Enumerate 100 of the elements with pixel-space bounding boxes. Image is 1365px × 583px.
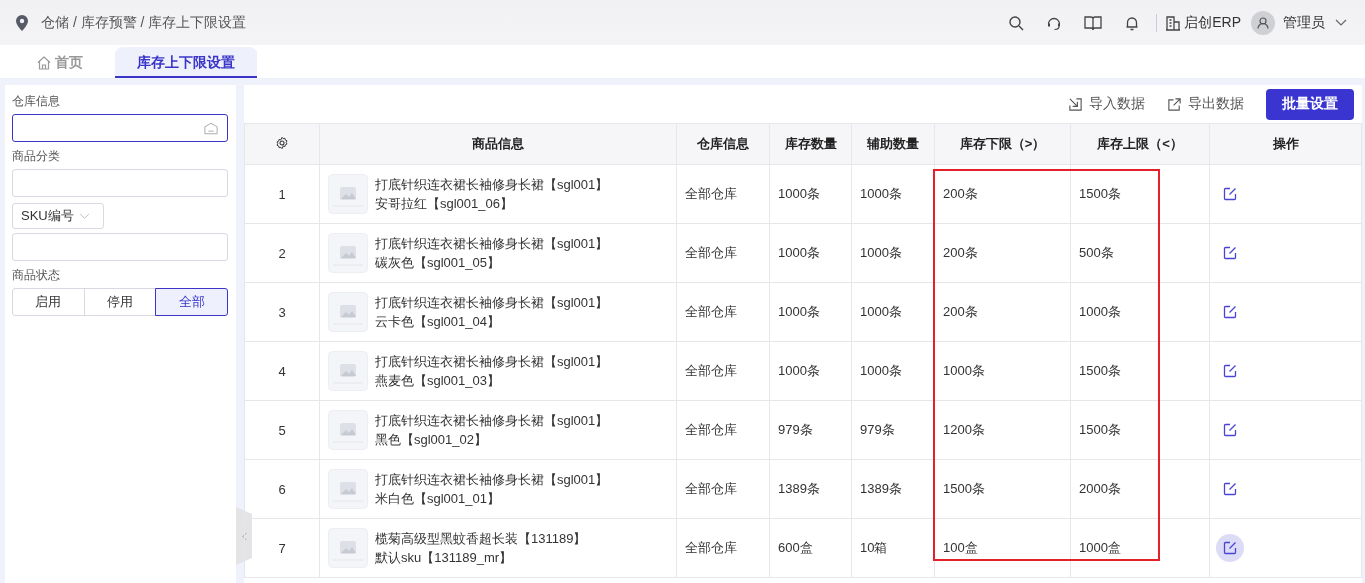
table-cell: 1500条 <box>934 459 1071 519</box>
import-icon <box>1068 96 1083 112</box>
table-cell: 1000盒 <box>1070 518 1210 578</box>
table-cell: 全部仓库 <box>676 164 770 224</box>
product-name: 打底针织连衣裙长袖修身长裙【sgl001】 <box>375 471 609 489</box>
table-cell: 1389条 <box>769 459 852 519</box>
chevron-left-icon <box>241 531 247 541</box>
table-cell: 200条 <box>934 223 1071 283</box>
warehouse-icon <box>204 121 218 135</box>
image-placeholder-icon <box>328 469 368 509</box>
row-number: 6 <box>244 459 320 519</box>
chevron-down-icon <box>78 212 90 220</box>
avatar-icon[interactable] <box>1251 10 1275 35</box>
table-cell: 1000条 <box>1070 282 1210 342</box>
company-name: 启创ERP <box>1184 13 1241 32</box>
status-option[interactable]: 全部 <box>155 288 228 316</box>
table-cell: 600盒 <box>769 518 852 578</box>
column-header: 库存上限（<） <box>1070 123 1210 165</box>
image-placeholder-icon <box>328 233 368 273</box>
image-placeholder-icon <box>328 351 368 391</box>
table-cell: 1000条 <box>934 341 1071 401</box>
breadcrumb: 仓储 / 库存预警 / 库存上下限设置 <box>41 13 247 32</box>
book-icon[interactable] <box>1084 14 1103 31</box>
tab[interactable]: 库存上下限设置 <box>115 47 257 78</box>
sku-field[interactable] <box>12 233 228 261</box>
column-header: 辅助数量 <box>851 123 935 165</box>
home-icon <box>37 55 51 70</box>
product-name: 打底针织连衣裙长袖修身长裙【sgl001】 <box>375 294 609 312</box>
row-number: 3 <box>244 282 320 342</box>
bell-icon[interactable] <box>1124 14 1141 31</box>
product-name: 打底针织连衣裙长袖修身长裙【sgl001】 <box>375 412 609 430</box>
edit-icon <box>1223 423 1237 437</box>
product-name: 榄菊高级型黑蚊香超长装【131189】 <box>375 530 587 548</box>
category-field[interactable] <box>12 169 228 197</box>
column-header: 仓库信息 <box>676 123 770 165</box>
table-cell: 1000条 <box>769 341 852 401</box>
field-label: 商品状态 <box>12 267 61 284</box>
search-icon[interactable] <box>1008 14 1025 31</box>
table-cell: 100盒 <box>934 518 1071 578</box>
table-cell: 1000条 <box>769 282 852 342</box>
edit-icon <box>1223 246 1237 260</box>
edit-icon <box>1223 364 1237 378</box>
export-icon <box>1167 96 1182 112</box>
product-variant: 安哥拉红【sgl001_06】 <box>375 195 514 213</box>
image-placeholder-icon <box>328 528 368 568</box>
edit-icon <box>1223 305 1237 319</box>
product-variant: 云卡色【sgl001_04】 <box>375 313 501 331</box>
table-cell: 979条 <box>769 400 852 460</box>
product-name: 打底针织连衣裙长袖修身长裙【sgl001】 <box>375 235 609 253</box>
row-number: 2 <box>244 223 320 283</box>
table-cell: 1000条 <box>769 164 852 224</box>
product-variant: 默认sku【131189_mr】 <box>375 549 514 567</box>
column-header: 库存下限（>） <box>934 123 1071 165</box>
image-placeholder-icon <box>328 174 368 214</box>
batch-settings-button[interactable]: 批量设置 <box>1266 88 1354 120</box>
image-placeholder-icon <box>328 292 368 332</box>
edit-icon <box>1223 482 1237 496</box>
edit-icon <box>1223 187 1237 201</box>
table-cell: 全部仓库 <box>676 341 770 401</box>
row-number: 1 <box>244 164 320 224</box>
field-label: 仓库信息 <box>12 93 61 110</box>
location-pin-icon <box>16 14 28 31</box>
table-cell: 全部仓库 <box>676 223 770 283</box>
table-cell: 1000条 <box>769 223 852 283</box>
field-label: 商品分类 <box>12 148 61 165</box>
table-cell: 全部仓库 <box>676 282 770 342</box>
import-link[interactable]: 导入数据 <box>1068 95 1145 113</box>
gear-icon[interactable] <box>275 135 289 150</box>
building-icon <box>1165 14 1182 31</box>
table-cell: 1500条 <box>1070 400 1210 460</box>
column-header: 操作 <box>1209 123 1362 165</box>
table-cell: 全部仓库 <box>676 400 770 460</box>
status-option[interactable]: 启用 <box>12 288 85 316</box>
table-cell: 2000条 <box>1070 459 1210 519</box>
warehouse-field[interactable] <box>12 114 228 142</box>
row-number: 4 <box>244 341 320 401</box>
row-number: 7 <box>244 518 320 578</box>
table-cell: 1500条 <box>1070 341 1210 401</box>
table-cell: 200条 <box>934 282 1071 342</box>
table-cell: 1200条 <box>934 400 1071 460</box>
product-variant: 黑色【sgl001_02】 <box>375 431 488 449</box>
product-name: 打底针织连衣裙长袖修身长裙【sgl001】 <box>375 176 609 194</box>
table-cell: 全部仓库 <box>676 459 770 519</box>
product-variant: 米白色【sgl001_01】 <box>375 490 501 508</box>
product-variant: 碳灰色【sgl001_05】 <box>375 254 501 272</box>
product-name: 打底针织连衣裙长袖修身长裙【sgl001】 <box>375 353 609 371</box>
table-cell: 全部仓库 <box>676 518 770 578</box>
chevron-down-icon[interactable] <box>1335 18 1347 27</box>
table-cell: 1500条 <box>1070 164 1210 224</box>
image-placeholder-icon <box>328 410 368 450</box>
table-cell: 200条 <box>934 164 1071 224</box>
export-link[interactable]: 导出数据 <box>1167 95 1244 113</box>
sku-select[interactable]: SKU编号 <box>12 203 104 229</box>
table-cell: 1000条 <box>851 164 935 224</box>
column-header: 库存数量 <box>769 123 852 165</box>
user-name[interactable]: 管理员 <box>1283 13 1325 32</box>
product-variant: 燕麦色【sgl001_03】 <box>375 372 501 390</box>
edit-button[interactable] <box>1216 534 1244 562</box>
table-cell: 500条 <box>1070 223 1210 283</box>
edit-icon <box>1223 541 1237 555</box>
